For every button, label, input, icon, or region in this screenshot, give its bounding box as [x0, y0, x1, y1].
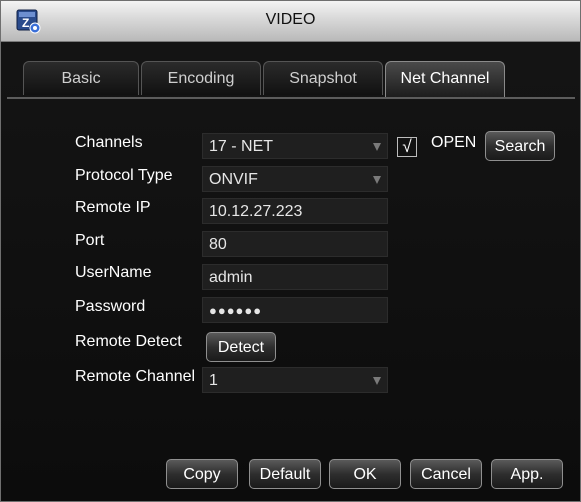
port-label: Port	[75, 232, 105, 249]
checkmark-icon: √	[402, 137, 412, 156]
remote-detect-label: Remote Detect	[75, 333, 182, 350]
protocol-type-value: ONVIF	[209, 171, 258, 188]
tab-encoding[interactable]: Encoding	[141, 61, 261, 95]
tab-net-channel[interactable]: Net Channel	[385, 61, 505, 97]
password-label: Password	[75, 298, 146, 315]
remote-ip-label: Remote IP	[75, 199, 151, 216]
channels-value: 17 - NET	[209, 138, 274, 155]
protocol-type-label: Protocol Type	[75, 167, 173, 184]
copy-button[interactable]: Copy	[166, 459, 238, 489]
username-label: UserName	[75, 264, 152, 281]
tab-snapshot[interactable]: Snapshot	[263, 61, 383, 95]
window-title: VIDEO	[265, 11, 316, 28]
cancel-button[interactable]: Cancel	[410, 459, 482, 489]
channels-label: Channels	[75, 134, 143, 151]
username-field[interactable]: admin	[202, 264, 388, 290]
port-field[interactable]: 80	[202, 231, 388, 257]
title-bar: Z VIDEO	[1, 1, 580, 42]
video-dialog: Z VIDEO Basic Encoding Snapshot Net Chan…	[0, 0, 581, 502]
remote-ip-field[interactable]: 10.12.27.223	[202, 198, 388, 224]
chevron-down-icon	[373, 176, 381, 184]
chevron-down-icon	[373, 143, 381, 151]
detect-button[interactable]: Detect	[206, 332, 276, 362]
chevron-down-icon	[373, 377, 381, 385]
ok-button[interactable]: OK	[329, 459, 401, 489]
default-button[interactable]: Default	[249, 459, 321, 489]
protocol-type-select[interactable]: ONVIF	[202, 166, 388, 192]
tab-bar: Basic Encoding Snapshot Net Channel	[7, 61, 575, 99]
remote-channel-label: Remote Channel	[75, 368, 196, 385]
search-button[interactable]: Search	[485, 131, 555, 161]
open-checkbox[interactable]: √	[397, 137, 417, 157]
open-label: OPEN	[431, 134, 477, 151]
remote-channel-value: 1	[209, 372, 218, 389]
password-field[interactable]: ●●●●●●	[202, 297, 388, 323]
channels-select[interactable]: 17 - NET	[202, 133, 388, 159]
remote-channel-select[interactable]: 1	[202, 367, 388, 393]
apply-button[interactable]: App.	[491, 459, 563, 489]
tab-basic[interactable]: Basic	[23, 61, 139, 95]
